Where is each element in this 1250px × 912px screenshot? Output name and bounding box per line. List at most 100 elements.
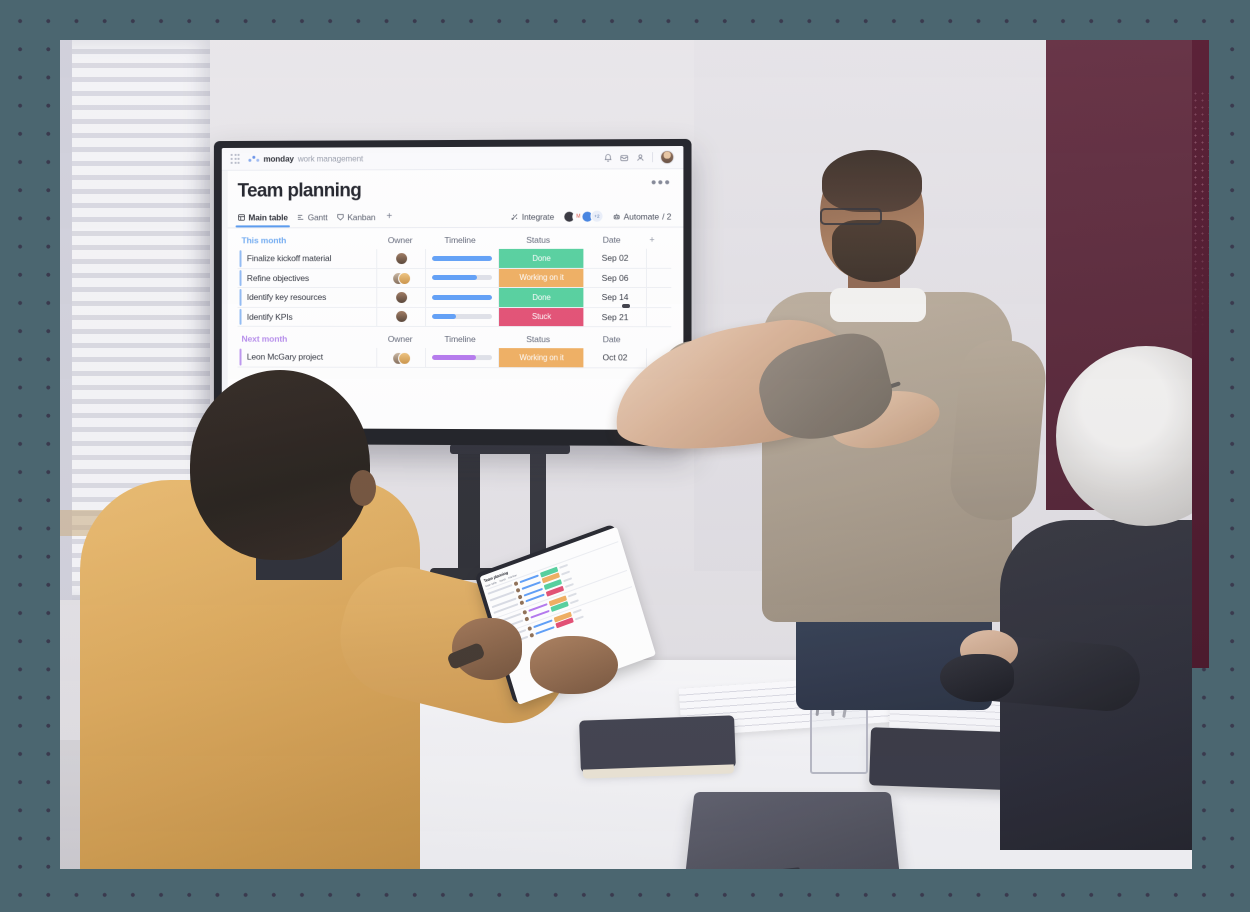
avatar-group [392, 351, 412, 365]
avatar[interactable] [660, 150, 675, 165]
automate-robot-icon [613, 212, 621, 220]
row-end-cell [647, 268, 665, 287]
app-topbar: monday work management [221, 145, 684, 171]
row-name[interactable]: Identify KPIs [243, 307, 378, 326]
column-header-status[interactable]: Status [496, 235, 580, 245]
page-title: Team planning [237, 180, 362, 202]
tab-kanban-label: Kanban [347, 211, 376, 222]
status-badge[interactable]: Done [499, 248, 584, 268]
brand-suffix: work management [297, 153, 364, 164]
invite-person-icon[interactable] [636, 153, 645, 162]
tabs-underline [227, 226, 684, 229]
add-column-button[interactable]: + [643, 235, 661, 245]
presenter-beard [832, 220, 916, 282]
row-date[interactable]: Sep 02 [583, 248, 648, 268]
table-row[interactable]: Finalize kickoff material Done Sep 02 [237, 248, 672, 269]
row-end-cell [647, 288, 665, 307]
pen-holder [810, 708, 868, 774]
column-header-owner[interactable]: Owner [376, 235, 424, 245]
meeting-room-photo: monday work management Team planning •••… [60, 40, 1192, 869]
integrate-icon [510, 212, 519, 220]
tab-gantt-label: Gantt [307, 211, 328, 222]
brand-name: monday [263, 154, 294, 164]
table-icon [238, 213, 246, 221]
tv-stand-pole [458, 440, 480, 580]
table-row[interactable]: Refine objectives Working on it Sep 06 [237, 268, 672, 289]
row-timeline[interactable] [426, 307, 500, 327]
status-badge[interactable]: Working on it [499, 268, 584, 287]
row-date[interactable]: Sep 21 [583, 307, 648, 327]
row-owner[interactable] [377, 307, 427, 326]
table-row[interactable]: Leon McGary project Working on it Oct 02 [237, 347, 672, 368]
row-owner[interactable] [377, 268, 427, 288]
tab-kanban[interactable]: Kanban [336, 212, 384, 227]
group-header: Next month Owner Timeline Status Date [238, 334, 672, 349]
row-timeline[interactable] [426, 268, 500, 288]
row-date[interactable]: Sep 14 [583, 287, 648, 307]
row-owner[interactable] [377, 347, 427, 367]
automate-button[interactable]: Automate / 2 [613, 210, 672, 222]
row-date[interactable]: Sep 06 [583, 268, 648, 287]
integration-avatar-overflow[interactable]: +2 [590, 209, 604, 223]
row-owner[interactable] [377, 249, 427, 268]
column-header-owner[interactable]: Owner [376, 334, 424, 344]
kanban-icon [336, 213, 344, 221]
row-name[interactable]: Leon McGary project [243, 347, 378, 367]
add-view-button[interactable]: + [384, 211, 402, 227]
table-row[interactable]: Identify KPIs Stuck Sep 21 [237, 307, 672, 328]
timeline-bar [432, 294, 493, 300]
avatar-group [392, 272, 412, 286]
row-end-cell [647, 249, 665, 268]
view-tabs: Main table Gantt Kanban + Integrate M +2… [227, 209, 684, 229]
automate-count: / 2 [662, 210, 672, 222]
integrate-label: Integrate [521, 211, 555, 222]
row-accent [239, 308, 242, 325]
timeline-bar [432, 314, 493, 320]
column-header-date[interactable]: Date [580, 235, 643, 245]
row-timeline[interactable] [426, 248, 500, 268]
notifications-bell-icon[interactable] [604, 153, 613, 162]
topbar-divider [652, 152, 654, 163]
row-name[interactable]: Identify key resources [243, 288, 378, 307]
group-title[interactable]: Next month [242, 334, 377, 344]
row-timeline[interactable] [426, 347, 500, 367]
column-header-date[interactable]: Date [580, 334, 643, 344]
presenter-left-arm [947, 336, 1049, 524]
row-name[interactable]: Refine objectives [243, 268, 378, 288]
row-name[interactable]: Finalize kickoff material [243, 249, 378, 268]
tab-main-table[interactable]: Main table [238, 212, 297, 227]
group-title[interactable]: This month [242, 235, 377, 245]
row-end-cell [647, 308, 665, 327]
column-header-timeline[interactable]: Timeline [424, 235, 496, 245]
group-header: This month Owner Timeline Status Date + [238, 235, 672, 250]
column-header-timeline[interactable]: Timeline [424, 334, 496, 344]
integration-avatars[interactable]: M +2 [563, 209, 604, 223]
integrate-button[interactable]: Integrate [510, 211, 555, 222]
brand-logo[interactable]: monday work management [248, 153, 364, 164]
row-owner[interactable] [377, 288, 427, 307]
row-date[interactable]: Oct 02 [583, 348, 648, 367]
display-camera [622, 304, 630, 308]
closed-laptop [685, 791, 900, 869]
timeline-bar [432, 354, 493, 360]
tv-stand-crossbar [450, 444, 570, 454]
tab-gantt[interactable]: Gantt [297, 212, 337, 227]
gantt-icon [297, 213, 305, 221]
status-badge[interactable]: Working on it [499, 348, 584, 367]
table-row[interactable]: Identify key resources Done Sep 14 [237, 287, 672, 308]
row-timeline[interactable] [426, 287, 500, 307]
status-badge[interactable]: Done [499, 287, 584, 307]
seated-man-head [190, 370, 370, 560]
status-badge[interactable]: Stuck [499, 307, 584, 327]
board-actions: Integrate M +2 Automate / 2 [510, 209, 672, 227]
board-more-menu-button[interactable]: ••• [651, 174, 671, 191]
group-this-month: This month Owner Timeline Status Date + … [237, 235, 672, 328]
presenter-hair [822, 150, 922, 212]
presenter-collar [830, 288, 926, 322]
inbox-icon[interactable] [620, 153, 629, 162]
column-header-status[interactable]: Status [496, 334, 580, 344]
seated-man-hand-right [530, 636, 618, 694]
apps-grid-icon[interactable] [230, 154, 240, 164]
tab-main-table-label: Main table [248, 211, 288, 222]
avatar [396, 291, 407, 303]
